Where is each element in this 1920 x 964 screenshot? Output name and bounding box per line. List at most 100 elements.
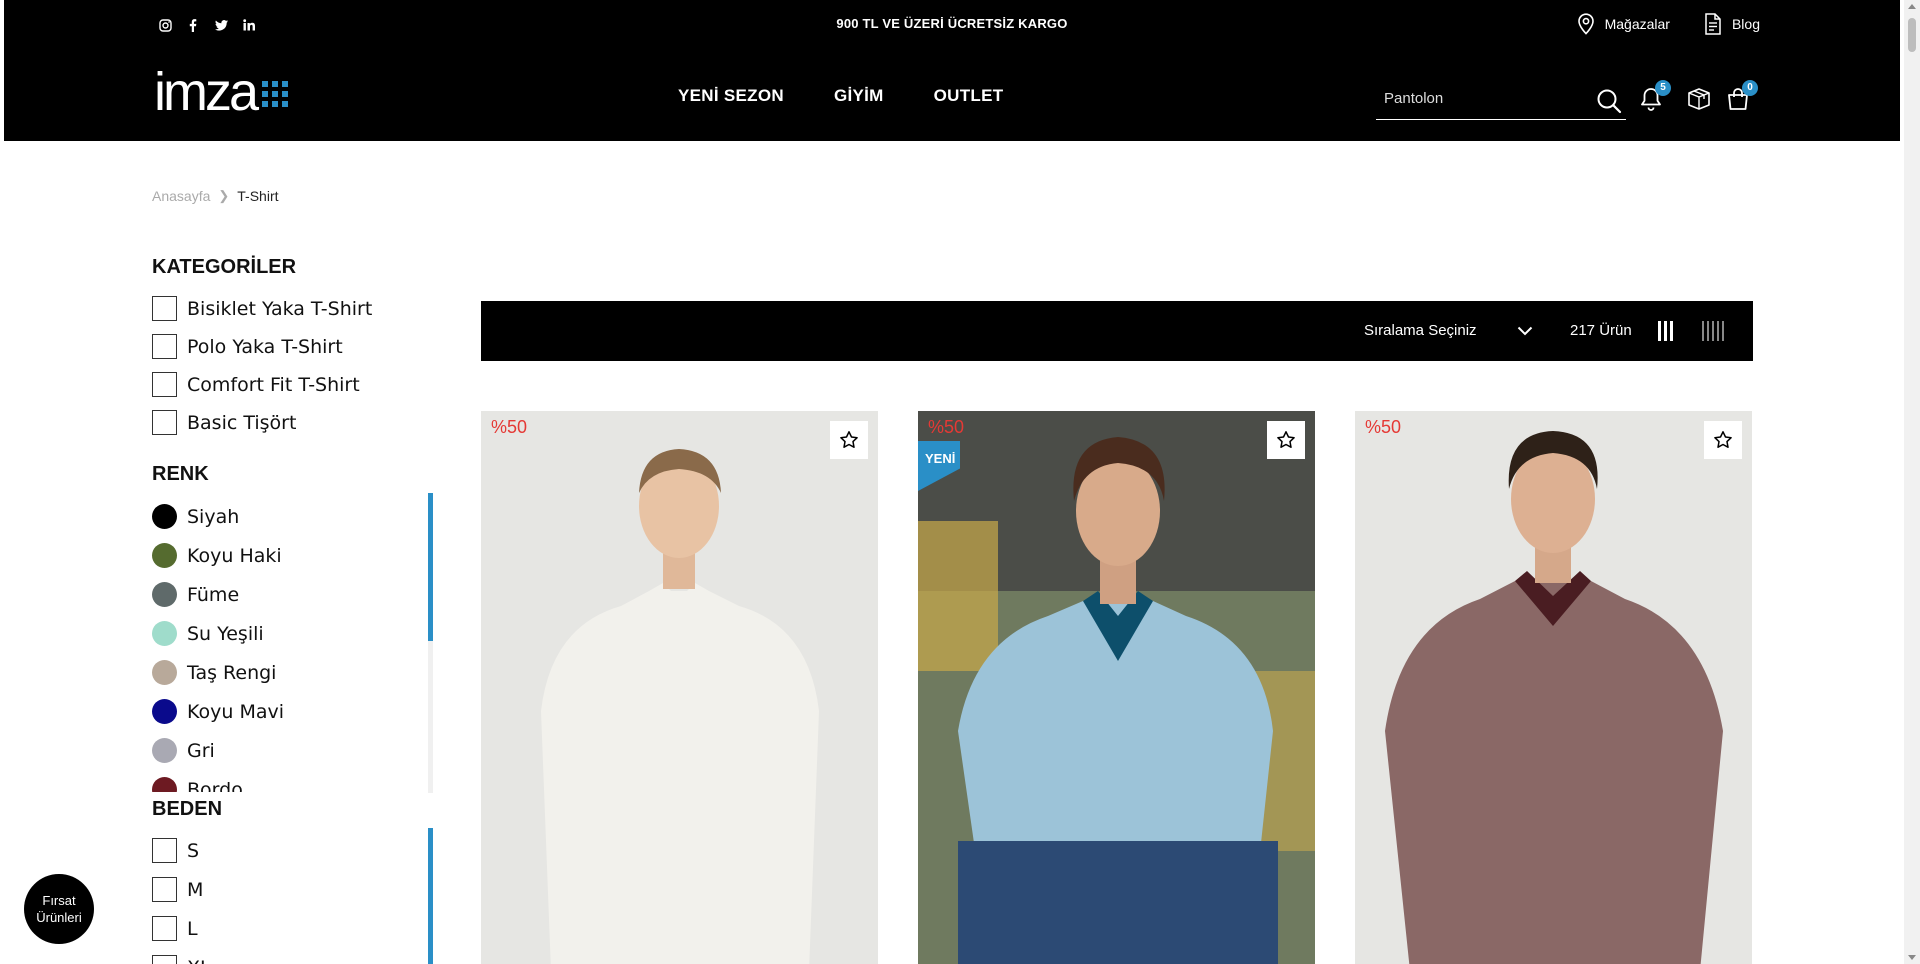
product-image: [918, 411, 1315, 964]
blog-label: Blog: [1731, 16, 1760, 32]
cart-badge: 0: [1742, 80, 1758, 96]
color-list-scrollbar[interactable]: [428, 493, 433, 793]
nav-outlet[interactable]: OUTLET: [934, 86, 1004, 106]
product-image: [1355, 411, 1752, 964]
color-swatch[interactable]: [152, 699, 177, 724]
color-swatch[interactable]: [152, 504, 177, 529]
checkbox[interactable]: [152, 410, 177, 435]
category-filter-item[interactable]: Basic Tişört: [152, 410, 296, 435]
size-list-scrollbar[interactable]: [428, 828, 433, 964]
location-pin-icon: [1577, 13, 1594, 35]
category-label: Basic Tişört: [187, 411, 297, 434]
sort-label: Sıralama Seçiniz: [1364, 322, 1477, 339]
scrollbar-thumb[interactable]: [1908, 18, 1916, 52]
nav-clothing[interactable]: GİYİM: [834, 86, 884, 106]
scrollbar-thumb[interactable]: [428, 828, 433, 964]
cart-button[interactable]: 0: [1726, 80, 1758, 112]
site-header: 900 TL VE ÜZERİ ÜCRETSİZ KARGO Mağazalar…: [4, 0, 1900, 141]
categories-title: KATEGORİLER: [152, 256, 297, 278]
site-logo[interactable]: imza: [154, 62, 289, 122]
favorite-star-icon[interactable]: [1267, 421, 1305, 459]
product-card[interactable]: %50: [481, 411, 878, 964]
grid-4-columns-icon[interactable]: [1702, 321, 1724, 341]
color-label: Koyu Mavi: [187, 700, 285, 723]
checkbox[interactable]: [152, 877, 177, 902]
scrollbar-thumb[interactable]: [428, 493, 433, 641]
color-filter-item[interactable]: Bordo: [152, 777, 243, 792]
product-image: [481, 411, 878, 964]
nav-new-season[interactable]: YENİ SEZON: [678, 86, 784, 106]
breadcrumb: Anasayfa ❯ T-Shirt: [152, 188, 279, 204]
color-filter-item[interactable]: Taş Rengi: [152, 660, 276, 685]
grid-3-columns-icon[interactable]: [1658, 321, 1673, 341]
page-scrollbar[interactable]: [1904, 0, 1920, 964]
category-label: Polo Yaka T-Shirt: [187, 335, 343, 358]
notifications-button[interactable]: 5: [1639, 80, 1671, 112]
size-filter-item[interactable]: S: [152, 838, 199, 863]
color-filter-item[interactable]: Gri: [152, 738, 215, 763]
color-filter-item[interactable]: Füme: [152, 582, 239, 607]
product-count: 217 Ürün: [1570, 322, 1632, 339]
favorite-star-icon[interactable]: [1704, 421, 1742, 459]
top-links: Mağazalar Blog: [1577, 13, 1760, 35]
color-swatch[interactable]: [152, 621, 177, 646]
blog-link[interactable]: Blog: [1704, 13, 1760, 35]
size-filter-item[interactable]: L: [152, 916, 198, 941]
size-label: L: [187, 917, 198, 940]
main-navigation: YENİ SEZON GİYİM OUTLET: [678, 86, 1003, 106]
category-filter-item[interactable]: Bisiklet Yaka T-Shirt: [152, 296, 372, 321]
checkbox[interactable]: [152, 838, 177, 863]
deals-floating-button[interactable]: Fırsat Ürünleri: [24, 874, 94, 944]
scroll-down-icon[interactable]: [1908, 955, 1916, 960]
product-card[interactable]: YENİ %50: [918, 411, 1315, 964]
color-label: Siyah: [187, 505, 240, 528]
checkbox[interactable]: [152, 955, 177, 964]
category-filter-item[interactable]: Comfort Fit T-Shirt: [152, 372, 360, 397]
color-filter-item[interactable]: Koyu Mavi: [152, 699, 284, 724]
size-title: BEDEN: [152, 798, 223, 820]
favorite-star-icon[interactable]: [830, 421, 868, 459]
color-label: Taş Rengi: [187, 661, 277, 684]
color-filter-item[interactable]: Su Yeşili: [152, 621, 264, 646]
checkbox[interactable]: [152, 372, 177, 397]
orders-button[interactable]: [1686, 86, 1712, 112]
product-card[interactable]: %50: [1355, 411, 1752, 964]
sort-select[interactable]: Sıralama Seçiniz: [1364, 322, 1533, 339]
color-swatch[interactable]: [152, 738, 177, 763]
search-box: [1376, 84, 1626, 120]
color-filter-item[interactable]: Siyah: [152, 504, 239, 529]
checkbox[interactable]: [152, 916, 177, 941]
scroll-up-icon[interactable]: [1908, 4, 1916, 9]
discount-badge: %50: [1365, 417, 1402, 437]
notifications-badge: 5: [1655, 80, 1671, 96]
logo-text: imza: [154, 62, 259, 122]
search-input[interactable]: [1384, 90, 1584, 107]
category-filter-item[interactable]: Polo Yaka T-Shirt: [152, 334, 343, 359]
deals-label-line2: Ürünleri: [36, 910, 82, 925]
search-icon[interactable]: [1596, 88, 1622, 118]
checkbox[interactable]: [152, 296, 177, 321]
color-filter-list: Siyah Koyu Haki Füme Su Yeşili Taş Rengi…: [152, 494, 432, 792]
color-title: RENK: [152, 463, 209, 485]
breadcrumb-home[interactable]: Anasayfa: [152, 188, 210, 204]
listing-toolbar: Sıralama Seçiniz 217 Ürün: [481, 301, 1753, 361]
size-label: XL: [187, 957, 211, 964]
stores-label: Mağazalar: [1604, 16, 1670, 32]
color-swatch[interactable]: [152, 582, 177, 607]
chevron-down-icon: [1517, 326, 1532, 335]
size-filter-item[interactable]: M: [152, 877, 203, 902]
size-filter-item[interactable]: XL: [152, 955, 211, 964]
category-label: Bisiklet Yaka T-Shirt: [187, 297, 373, 320]
checkbox[interactable]: [152, 334, 177, 359]
size-label: S: [187, 839, 200, 862]
document-icon: [1705, 13, 1721, 35]
logo-dots: [262, 81, 289, 107]
color-label: Su Yeşili: [187, 622, 264, 645]
color-filter-item[interactable]: Koyu Haki: [152, 543, 282, 568]
color-swatch[interactable]: [152, 777, 177, 792]
stores-link[interactable]: Mağazalar: [1577, 13, 1670, 35]
color-swatch[interactable]: [152, 660, 177, 685]
category-label: Comfort Fit T-Shirt: [187, 373, 360, 396]
color-swatch[interactable]: [152, 543, 177, 568]
color-label: Gri: [187, 739, 215, 762]
